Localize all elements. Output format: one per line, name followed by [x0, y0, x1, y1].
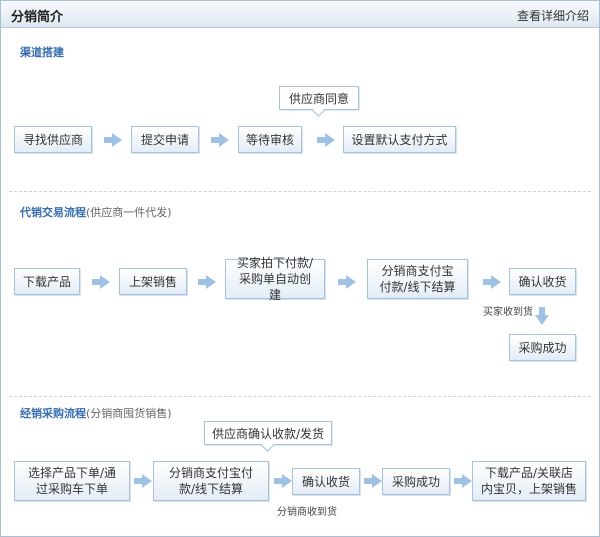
step-distributor-alipay-settle: 分销商支付宝付款/线下结算 [367, 259, 468, 299]
section-distribution-title-text: 经销采购流程 [20, 407, 86, 420]
flow-arrow [454, 474, 472, 488]
step-submit-application: 提交申请 [131, 126, 199, 153]
step-purchase-success: 采购成功 [382, 468, 450, 495]
section-consignment-subtitle: (供应商一件代发) [86, 206, 172, 219]
section-distribution-subtitle: (分销商囤货销售) [86, 407, 172, 420]
note-distributor-received: 分销商收到货 [277, 507, 337, 518]
step-await-review: 等待审核 [238, 126, 302, 153]
view-details-link[interactable]: 查看详细介绍 [517, 7, 589, 24]
step-select-product-order: 选择产品下单/通过采购车下单 [14, 461, 130, 501]
section-channel-title-text: 渠道搭建 [20, 46, 64, 59]
callout-supplier-confirm-ship: 供应商确认收款/发货 [204, 421, 332, 445]
flow-arrow [483, 275, 501, 289]
panel-header: 分销简介 查看详细介绍 [1, 1, 599, 28]
section-divider [9, 191, 591, 192]
flow-arrow [92, 275, 110, 289]
section-divider [9, 396, 591, 397]
section-consignment-title-text: 代销交易流程 [20, 206, 86, 219]
section-channel-title: 渠道搭建 [20, 44, 64, 60]
callout-supplier-agree: 供应商同意 [279, 86, 359, 110]
flow-arrow [338, 275, 356, 289]
flow-arrow [134, 474, 152, 488]
note-buyer-received: 买家收到货 [483, 307, 533, 318]
step-download-link-list: 下载产品/关联店内宝贝，上架销售 [472, 461, 586, 501]
step-list-for-sale: 上架销售 [119, 268, 187, 295]
flow-arrow [198, 275, 216, 289]
flow-arrow [104, 133, 122, 147]
panel-title: 分销简介 [11, 10, 64, 25]
step-confirm-receipt: 确认收货 [292, 468, 360, 495]
step-purchase-success: 采购成功 [509, 334, 576, 361]
flow-arrow [211, 133, 229, 147]
section-consignment-title: 代销交易流程(供应商一件代发) [20, 204, 172, 220]
flow-arrow [274, 474, 292, 488]
flow-arrow [317, 133, 335, 147]
section-distribution-title: 经销采购流程(分销商囤货销售) [20, 405, 172, 421]
step-download-product: 下载产品 [14, 268, 80, 295]
distribution-intro-panel: 分销简介 查看详细介绍 渠道搭建 供应商同意 寻找供应商 提交申请 等待审核 设… [0, 0, 600, 537]
step-confirm-receipt: 确认收货 [509, 268, 576, 295]
step-set-default-payment: 设置默认支付方式 [343, 126, 456, 153]
step-find-supplier: 寻找供应商 [14, 126, 92, 153]
flow-arrow [364, 474, 382, 488]
step-distributor-alipay-settle: 分销商支付宝付款/线下结算 [153, 461, 269, 501]
step-buyer-pays-auto-po: 买家拍下付款/采购单自动创建 [225, 256, 325, 302]
flow-arrow-down [535, 307, 549, 325]
